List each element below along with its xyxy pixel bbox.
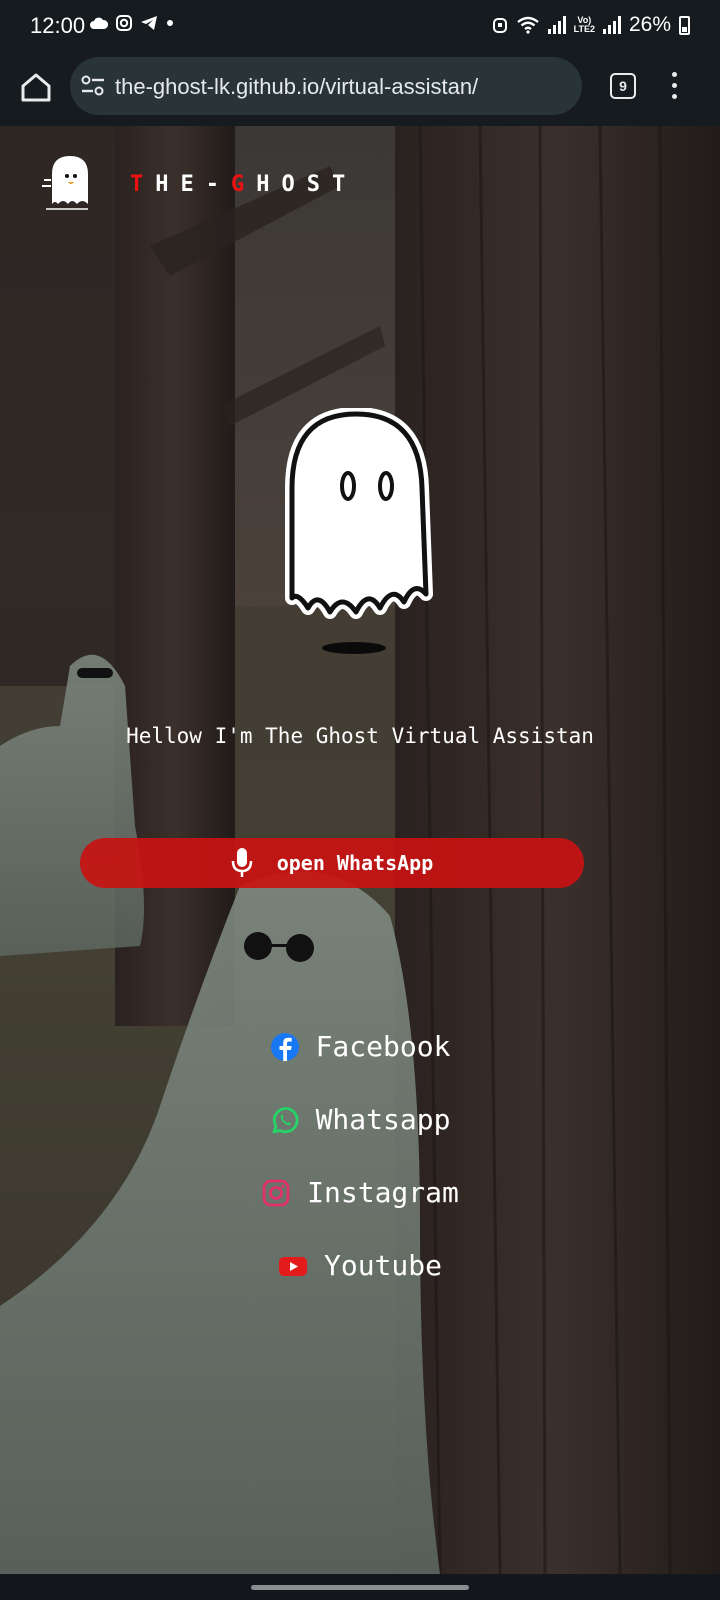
alarm-icon bbox=[492, 18, 507, 33]
browser-toolbar: the-ghost-lk.github.io/virtual-assistan/… bbox=[0, 52, 720, 127]
system-navigation-bar bbox=[0, 1574, 720, 1600]
site-settings-icon[interactable] bbox=[80, 73, 106, 99]
more-options-icon[interactable] bbox=[669, 72, 679, 102]
signal-icon bbox=[547, 16, 566, 34]
tab-switcher-button[interactable]: 9 bbox=[610, 73, 636, 99]
greeting-text: Hellow I'm The Ghost Virtual Assistan bbox=[126, 724, 594, 748]
address-bar[interactable]: the-ghost-lk.github.io/virtual-assistan/ bbox=[70, 57, 582, 115]
brand-name: THE-GHOST bbox=[130, 172, 357, 197]
facebook-label: Facebook bbox=[315, 1030, 451, 1063]
youtube-label: Youtube bbox=[323, 1249, 442, 1282]
microphone-icon bbox=[231, 848, 252, 877]
ghost-logo-icon bbox=[42, 156, 88, 210]
telegram-icon bbox=[141, 16, 157, 30]
brand-letter: H bbox=[155, 172, 181, 197]
home-gesture-handle[interactable] bbox=[251, 1585, 469, 1590]
brand-logo-link[interactable]: THE-GHOST bbox=[42, 152, 345, 210]
whatsapp-link[interactable]: Whatsapp bbox=[0, 1103, 720, 1136]
facebook-icon bbox=[270, 1032, 299, 1061]
web-page: THE-GHOST Hellow I'm The Ghost Virtual A… bbox=[0, 126, 720, 1574]
whatsapp-label: Whatsapp bbox=[315, 1103, 451, 1136]
ghost-mascot-image bbox=[285, 408, 433, 654]
youtube-icon bbox=[278, 1256, 307, 1276]
notification-icons bbox=[90, 15, 174, 31]
url-text[interactable]: the-ghost-lk.github.io/virtual-assistan/ bbox=[115, 74, 478, 100]
brand-letter: T bbox=[332, 172, 358, 197]
whatsapp-icon bbox=[272, 1106, 299, 1133]
home-icon[interactable] bbox=[18, 69, 54, 105]
brand-letter: H bbox=[256, 172, 282, 197]
battery-percent: 26% bbox=[628, 13, 671, 36]
instagram-icon bbox=[262, 1179, 290, 1206]
instagram-link[interactable]: Instagram bbox=[0, 1176, 720, 1209]
brand-letter: - bbox=[205, 172, 231, 197]
open-whatsapp-label: open WhatsApp bbox=[276, 851, 434, 875]
youtube-link[interactable]: Youtube bbox=[0, 1249, 720, 1282]
cloud-icon bbox=[90, 17, 108, 29]
facebook-link[interactable]: Facebook bbox=[0, 1030, 720, 1063]
brand-letter: G bbox=[231, 172, 257, 197]
status-bar: 12:00 Vo) LTE2 26% bbox=[0, 0, 720, 52]
system-icons: Vo) LTE2 26% bbox=[492, 13, 690, 37]
battery-icon bbox=[679, 15, 690, 35]
instagram-notification-icon bbox=[116, 15, 132, 31]
status-time: 12:00 bbox=[30, 13, 86, 38]
brand-letter: E bbox=[180, 172, 206, 197]
open-whatsapp-button[interactable]: open WhatsApp bbox=[80, 838, 584, 888]
dot-icon bbox=[167, 20, 173, 26]
brand-letter: S bbox=[306, 172, 332, 197]
brand-letter: O bbox=[281, 172, 307, 197]
instagram-label: Instagram bbox=[307, 1176, 459, 1209]
signal-icon-2 bbox=[602, 16, 621, 34]
volte-icon: Vo) LTE2 bbox=[573, 15, 595, 34]
wifi-icon bbox=[516, 16, 539, 34]
brand-letter: T bbox=[130, 172, 156, 197]
